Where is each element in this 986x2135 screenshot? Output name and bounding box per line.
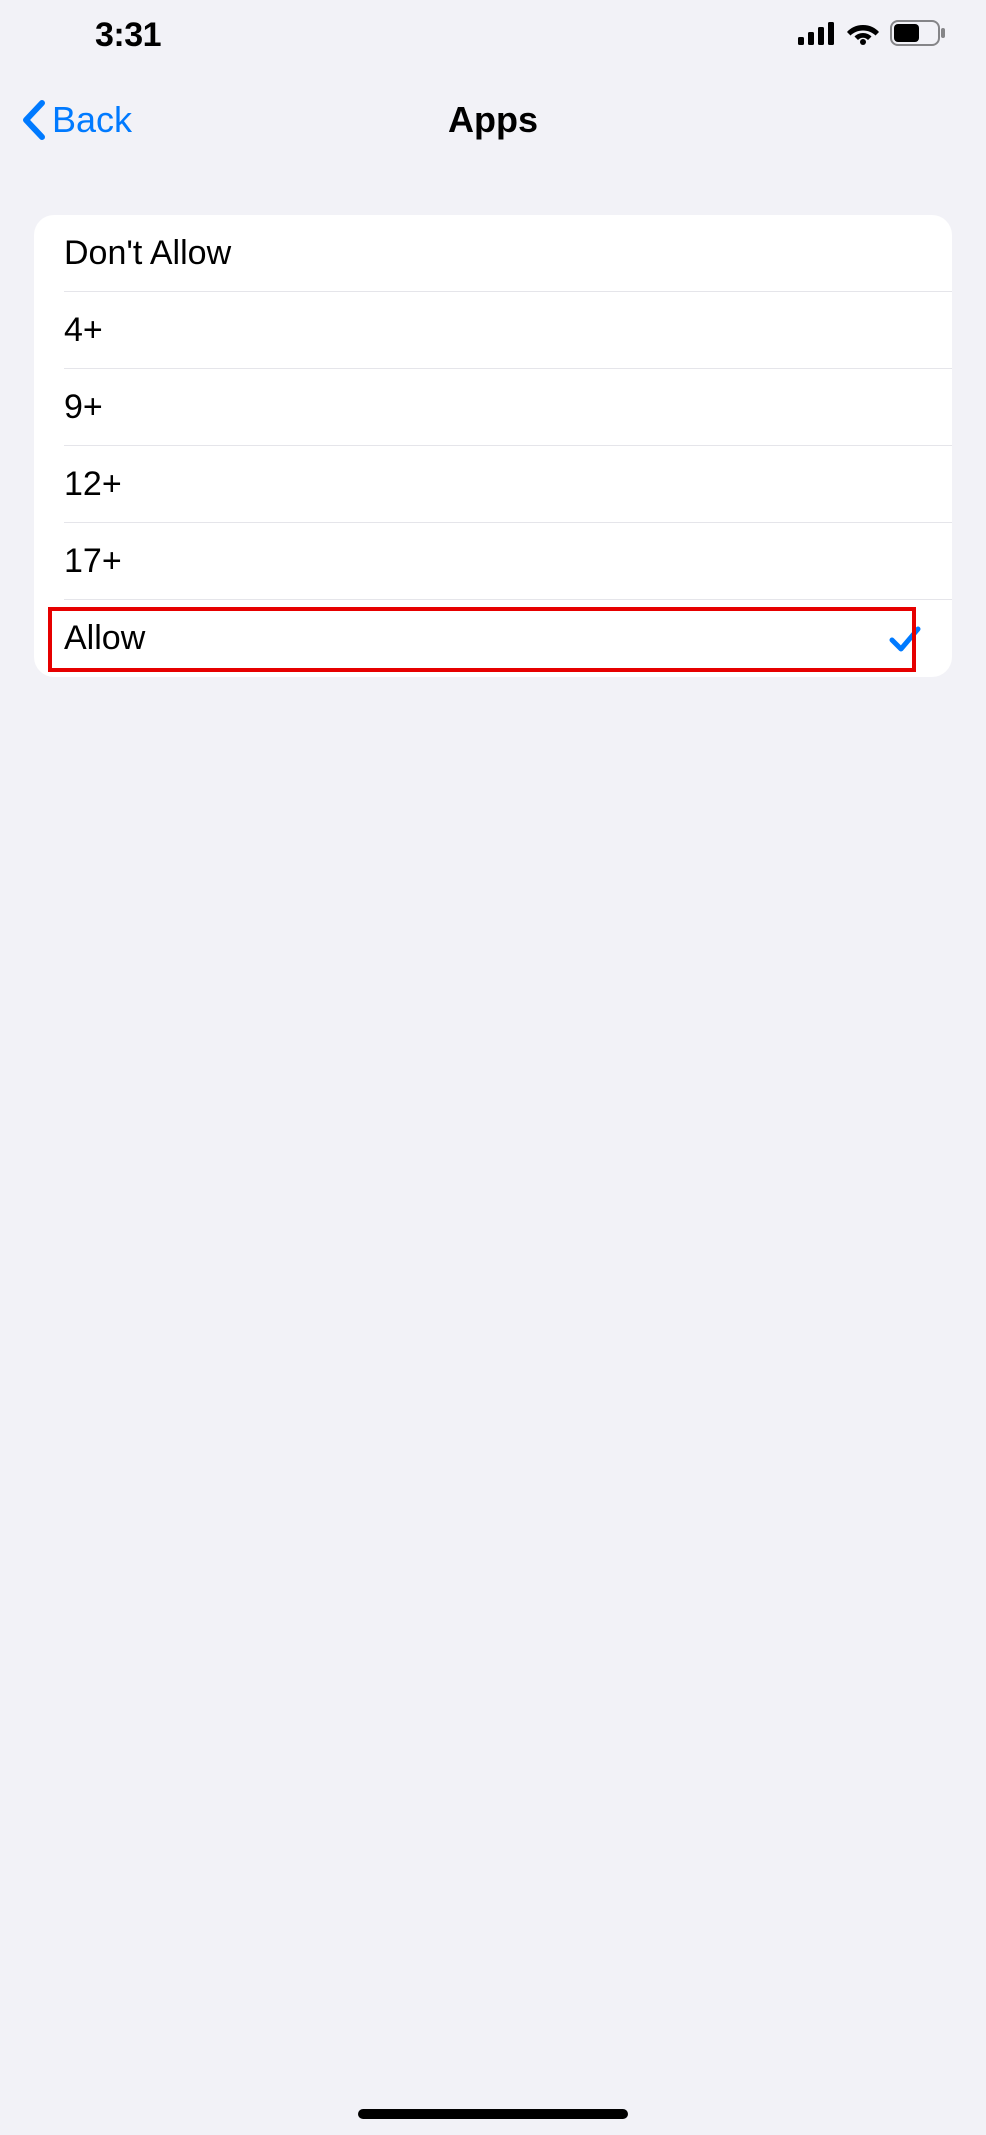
option-label: 17+	[64, 542, 122, 581]
option-label: Don't Allow	[64, 234, 231, 273]
option-row[interactable]: Allow	[34, 600, 952, 677]
option-row[interactable]: 9+	[34, 369, 952, 446]
option-row[interactable]: Don't Allow	[34, 215, 952, 292]
home-indicator	[358, 2109, 628, 2119]
status-time: 3:31	[95, 16, 161, 55]
back-label: Back	[52, 99, 132, 141]
option-label: 12+	[64, 465, 122, 504]
status-icons	[798, 20, 946, 51]
chevron-left-icon	[20, 98, 48, 142]
cellular-signal-icon	[798, 21, 836, 50]
page-title: Apps	[448, 99, 538, 141]
nav-bar: Back Apps	[0, 70, 986, 170]
option-label: 4+	[64, 311, 103, 350]
wifi-icon	[846, 21, 880, 50]
battery-icon	[890, 20, 946, 51]
option-row[interactable]: 12+	[34, 446, 952, 523]
checkmark-icon	[888, 622, 922, 656]
option-row[interactable]: 4+	[34, 292, 952, 369]
status-bar: 3:31	[0, 0, 986, 70]
back-button[interactable]: Back	[20, 98, 132, 142]
options-list: Don't Allow 4+ 9+ 12+ 17+ Allow	[34, 215, 952, 677]
option-label: 9+	[64, 388, 103, 427]
option-label: Allow	[64, 619, 145, 658]
option-row[interactable]: 17+	[34, 523, 952, 600]
